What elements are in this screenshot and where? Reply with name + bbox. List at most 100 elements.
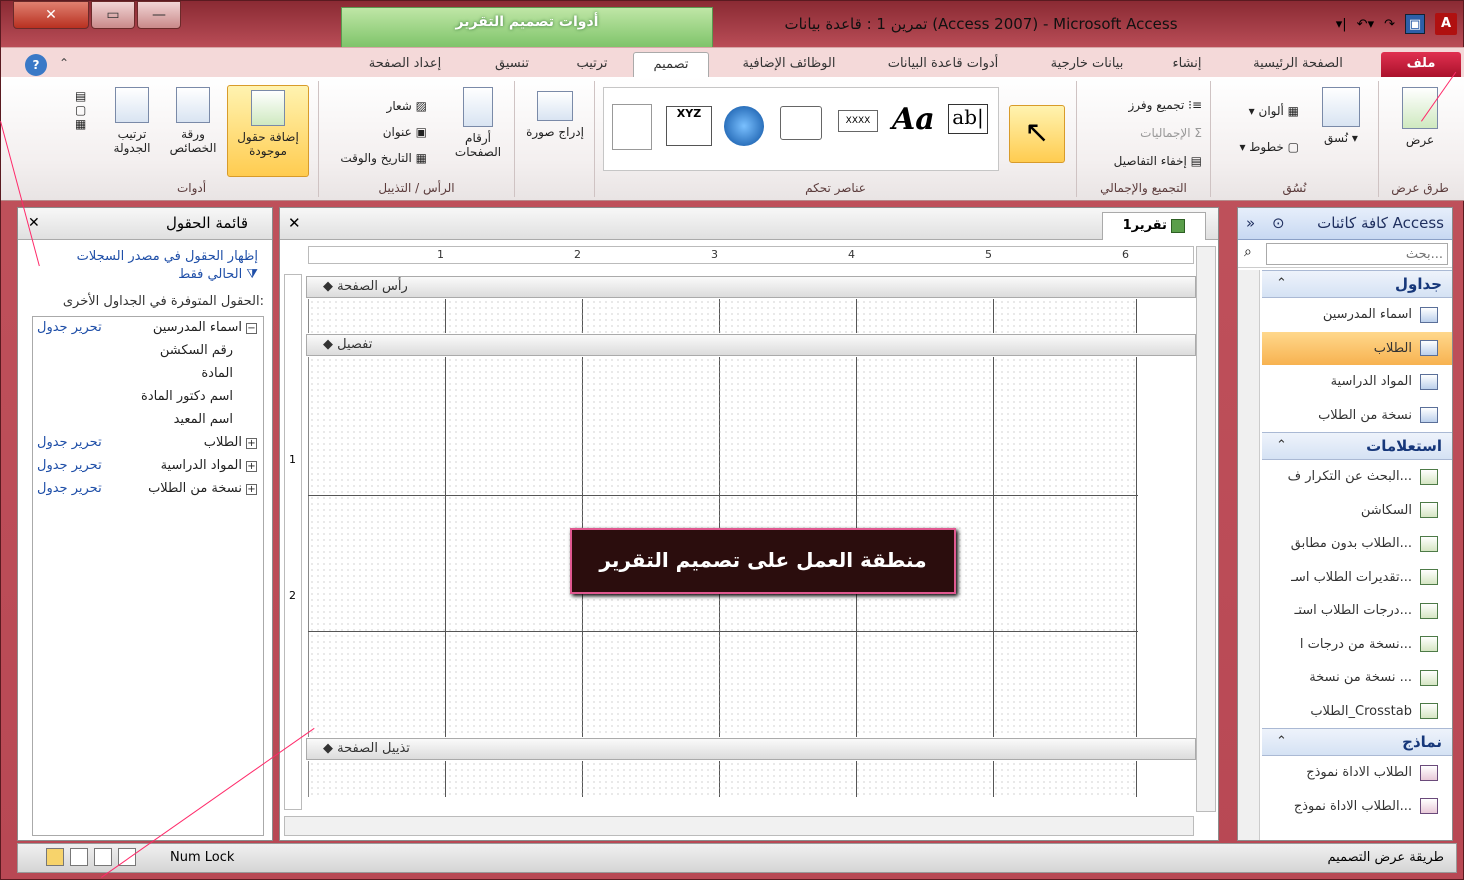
edit-table-link[interactable]: تحرير جدول: [37, 317, 102, 339]
collapse-section-icon[interactable]: ⌃: [1276, 729, 1287, 755]
page-numbers-button[interactable]: أرقام الصفحات: [445, 87, 511, 159]
field-row[interactable]: تحرير جدول اسماء المدرسين −: [33, 317, 263, 340]
nav-item[interactable]: نسخة من درجات ا...: [1262, 628, 1452, 662]
nav-header[interactable]: » ⊙ كافة كائنات Access: [1238, 208, 1452, 240]
search-icon[interactable]: ⌕: [1244, 244, 1252, 260]
horizontal-scrollbar[interactable]: [284, 816, 1194, 836]
field-row[interactable]: تحرير جدول نسخة من الطلاب +: [33, 478, 263, 501]
nav-section-queries[interactable]: ⌃ استعلامات: [1262, 432, 1452, 460]
hyperlink-control-icon[interactable]: [724, 106, 764, 146]
group-sort-button[interactable]: تجميع وفرز ⁝≡: [1114, 91, 1202, 119]
nav-item[interactable]: نسخة من الطلاب: [1262, 399, 1452, 433]
close-button[interactable]: ✕: [13, 1, 89, 29]
property-sheet-button[interactable]: ورقة الخصائص: [165, 87, 221, 155]
nav-item[interactable]: اسماء المدرسين: [1262, 298, 1452, 332]
redo-icon[interactable]: ↷: [1384, 17, 1395, 32]
colors-button[interactable]: ▾ ألوان ▦: [1219, 93, 1299, 129]
nav-item[interactable]: المواد الدراسية: [1262, 365, 1452, 399]
themes-button[interactable]: نُسق ▾: [1311, 87, 1371, 145]
collapse-section-icon[interactable]: ⌃: [1276, 271, 1287, 297]
page-footer-grid[interactable]: [308, 761, 1138, 797]
field-row[interactable]: اسم دكتور المادة: [33, 386, 263, 409]
save-icon[interactable]: ▣: [1405, 14, 1425, 34]
tab-order-button[interactable]: ترتيب الجدولة: [105, 87, 159, 155]
page-header-band[interactable]: ◆ رأس الصفحة: [306, 276, 1196, 298]
nav-menu-icon[interactable]: ⊙: [1272, 208, 1285, 238]
field-row[interactable]: تحرير جدول المواد الدراسية +: [33, 455, 263, 478]
tab-format[interactable]: تنسيق: [477, 52, 547, 78]
expand-icon[interactable]: −: [246, 323, 257, 334]
nav-item[interactable]: درجات الطلاب استـ...: [1262, 594, 1452, 628]
hide-details-button[interactable]: إخفاء التفاصيل ▤: [1114, 147, 1202, 175]
edit-table-link[interactable]: تحرير جدول: [37, 478, 102, 500]
restore-button[interactable]: ▭: [91, 1, 135, 29]
minimize-button[interactable]: —: [137, 1, 181, 29]
page-header-grid[interactable]: [308, 299, 1138, 333]
textbox-control-icon[interactable]: ab|: [948, 104, 988, 134]
report-view-icon[interactable]: [70, 848, 88, 866]
field-row[interactable]: تحرير جدول الطلاب +: [33, 432, 263, 455]
detail-band[interactable]: ◆ تفصيل: [306, 334, 1196, 356]
title-button[interactable]: عنوان ▣: [329, 119, 427, 145]
tools-small-icons[interactable]: ▤ ▢ ▦: [75, 89, 86, 131]
nav-item[interactable]: الطلاب الاداة نموذج: [1262, 756, 1452, 790]
page-footer-band[interactable]: ◆ تذييل الصفحة: [306, 738, 1196, 760]
tab-home[interactable]: الصفحة الرئيسية: [1233, 52, 1363, 78]
nav-item[interactable]: الطلاب: [1262, 331, 1452, 365]
select-pointer-icon[interactable]: ↖: [1009, 105, 1065, 163]
label-control-icon[interactable]: Aa: [892, 102, 935, 137]
expand-icon[interactable]: +: [246, 484, 257, 495]
nav-section-forms[interactable]: ⌃ نماذج: [1262, 728, 1452, 756]
subform-control-icon[interactable]: [612, 104, 652, 150]
customize-qat-icon[interactable]: ▾|: [1336, 17, 1347, 32]
tab-file[interactable]: ملف: [1381, 52, 1461, 78]
collapse-nav-icon[interactable]: »: [1246, 208, 1255, 238]
show-fields-link[interactable]: إظهار الحقول في مصدر السجلات الحالي فقط …: [58, 248, 258, 284]
minimize-ribbon-icon[interactable]: ⌃: [59, 56, 69, 70]
edit-table-link[interactable]: تحرير جدول: [37, 455, 102, 477]
tab-dbtools[interactable]: أدوات قاعدة البيانات: [869, 52, 1017, 78]
nav-scrollbar[interactable]: [1238, 270, 1260, 840]
datetime-button[interactable]: التاريخ والوقت ▦: [329, 145, 427, 171]
nav-item[interactable]: البحث عن التكرار ف...: [1262, 460, 1452, 494]
tab-create[interactable]: إنشاء: [1157, 52, 1217, 78]
totals-button[interactable]: الإجماليات Σ: [1114, 119, 1202, 147]
logo-button[interactable]: شعار ▨: [329, 93, 427, 119]
collapse-section-icon[interactable]: ⌃: [1276, 433, 1287, 459]
help-icon[interactable]: ?: [25, 54, 47, 76]
expand-icon[interactable]: +: [246, 438, 257, 449]
view-button[interactable]: عرض: [1389, 87, 1451, 147]
document-tab-bar: ✕ تقرير1: [280, 208, 1218, 240]
tab-control-icon[interactable]: [780, 106, 822, 140]
insert-image-button[interactable]: إدراج صورة: [525, 91, 585, 139]
fonts-button[interactable]: ▾ خطوط ▢: [1219, 129, 1299, 165]
vertical-scrollbar[interactable]: [1196, 246, 1216, 812]
nav-item[interactable]: الطلاب الاداة نموذج...: [1262, 790, 1452, 824]
nav-item[interactable]: نسخة من نسخة ...: [1262, 661, 1452, 695]
field-row[interactable]: اسم المعيد: [33, 409, 263, 432]
close-doc-icon[interactable]: ✕: [288, 214, 301, 232]
nav-item[interactable]: السكاشن: [1262, 494, 1452, 528]
tab-design[interactable]: تصميم: [633, 52, 709, 78]
nav-section-tables[interactable]: ⌃ جداول: [1262, 270, 1452, 298]
design-view-icon[interactable]: [46, 848, 64, 866]
field-row[interactable]: المادة: [33, 363, 263, 386]
nav-item[interactable]: تقديرات الطلاب اسـ...: [1262, 561, 1452, 595]
field-row[interactable]: رقم السكشن: [33, 340, 263, 363]
print-preview-icon[interactable]: [94, 848, 112, 866]
nav-item[interactable]: الطلاب بدون مطابق...: [1262, 527, 1452, 561]
expand-icon[interactable]: +: [246, 461, 257, 472]
edit-table-link[interactable]: تحرير جدول: [37, 432, 102, 454]
tab-arrange[interactable]: ترتيب: [561, 52, 623, 78]
tab-external[interactable]: بيانات خارجية: [1037, 52, 1137, 78]
button-control-icon[interactable]: XXXX: [838, 110, 878, 132]
add-existing-fields-button[interactable]: إضافة حقول موجودة: [227, 85, 309, 177]
header-footer-small-buttons[interactable]: شعار ▨ عنوان ▣ التاريخ والوقت ▦: [329, 93, 427, 171]
nav-search-input[interactable]: [1266, 243, 1448, 265]
nav-item[interactable]: الطلاب_Crosstab: [1262, 695, 1452, 729]
undo-icon[interactable]: ↶▾: [1357, 17, 1374, 32]
chart-control-icon[interactable]: XYZ: [666, 106, 712, 146]
tab-addins[interactable]: الوظائف الإضافية: [725, 52, 853, 78]
doc-tab-report1[interactable]: تقرير1: [1102, 212, 1206, 240]
tab-pagesetup[interactable]: إعداد الصفحة: [353, 52, 457, 78]
